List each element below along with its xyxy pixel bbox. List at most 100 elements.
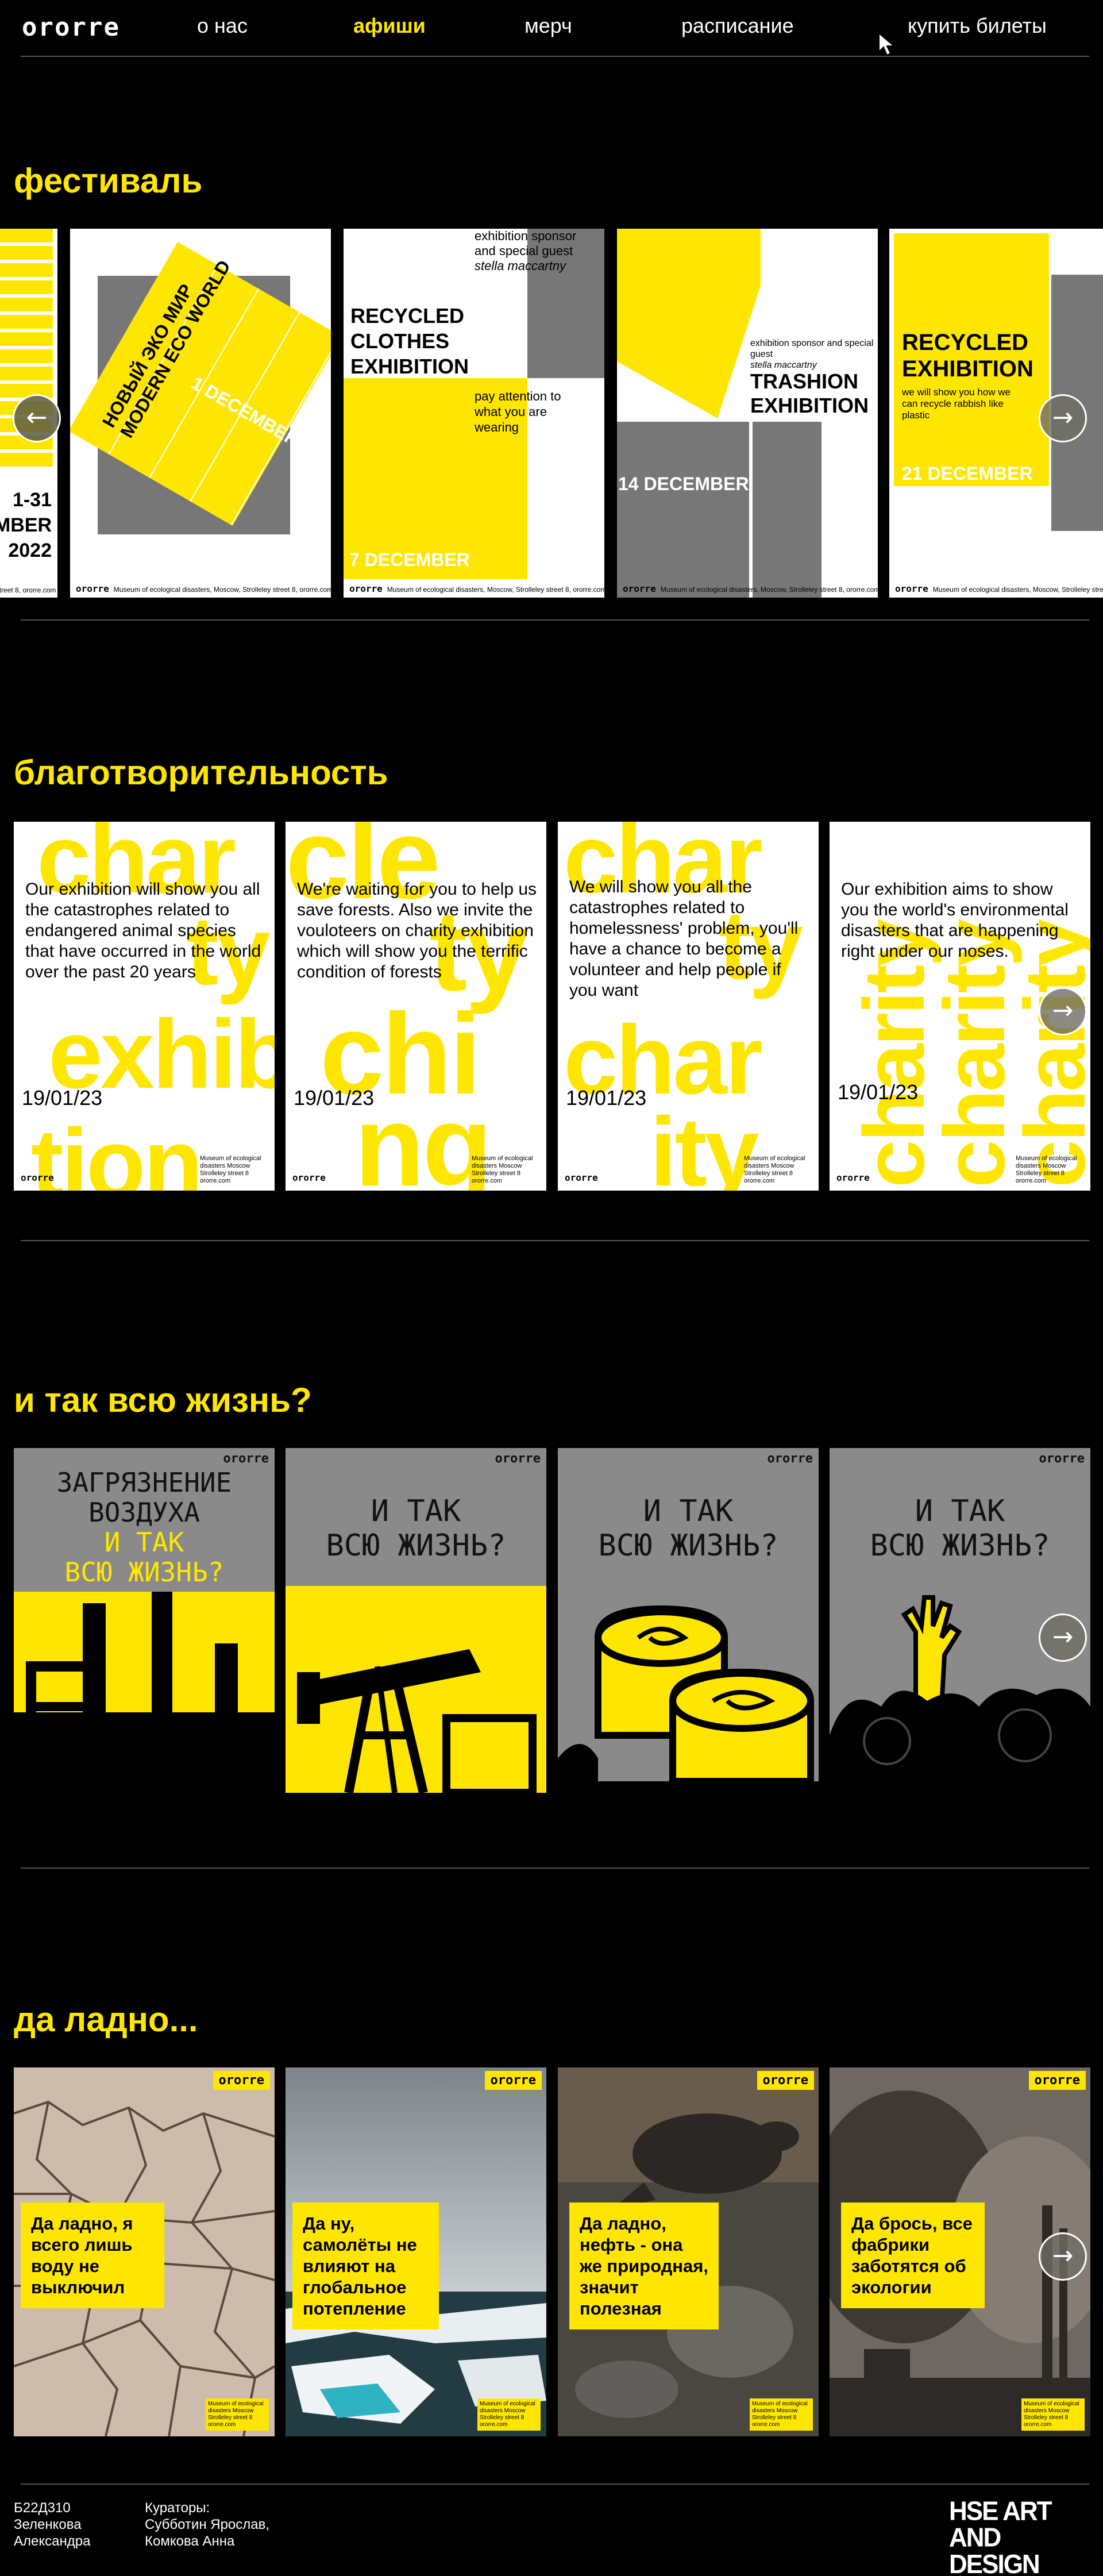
poster-line: ВОЗДУХА xyxy=(88,1497,200,1528)
site-header: ororre о нас афиши мерч расписание купит… xyxy=(0,0,1103,57)
poster-logo: ororre xyxy=(757,2071,814,2090)
poster-date: 19/01/23 xyxy=(294,1086,375,1110)
poster-address: Museum of ecological disasters Moscow St… xyxy=(472,1155,533,1184)
poster-address: Museum of ecological disasters Moscow St… xyxy=(750,2398,813,2431)
factory-illustration xyxy=(14,1592,275,1817)
poster-date: 19/01/23 xyxy=(838,1080,919,1104)
poster-date: 21 DECEMBER xyxy=(902,463,1033,484)
poster-address: Museum of ecological disasters Moscow St… xyxy=(477,2398,541,2431)
festival-poster[interactable]: НОВЫЙ ЭКО МИР MODERN ECO WORLD 1 DECEMBE… xyxy=(70,229,331,598)
poster-address: Museum of ecological disasters Moscow St… xyxy=(744,1155,805,1184)
poster-date: 1-31 DECEMBER 2022 xyxy=(0,489,52,561)
poster-logo: ororre xyxy=(213,2071,270,2090)
poster-address: Museum of ecological disasters Moscow St… xyxy=(1016,1155,1077,1184)
hse-logo: HSE ART AND DESIGN SCHOOL xyxy=(949,2498,1103,2576)
poster-line: ВСЮ ЖИЗНЬ? xyxy=(326,1528,506,1563)
festival-poster[interactable]: exhibition sponsor and special guest stel… xyxy=(617,229,878,598)
section-divider xyxy=(21,1240,1089,1241)
poster-guest: stella maccartny xyxy=(475,259,566,273)
poster-text: Да ладно, нефть - она же природная, знач… xyxy=(569,2203,719,2329)
poster-footer: Strolleley street 8, ororre.com xyxy=(0,586,56,594)
nav-about[interactable]: о нас xyxy=(197,14,248,38)
carousel-next-button[interactable]: → xyxy=(1039,987,1087,1035)
footer-curator: Субботин Ярослав, xyxy=(145,2517,270,2532)
poster-bg-word: tion xyxy=(31,1109,203,1191)
school-name: DESIGN SCHOOL xyxy=(949,2549,1040,2576)
poster-title: RECYCLED CLOTHES EXHIBITION xyxy=(350,304,469,378)
charity-poster[interactable]: char ty char ity We will show you all th… xyxy=(558,822,819,1191)
life-poster[interactable]: ororre И ТАК ВСЮ ЖИЗНЬ? xyxy=(286,1448,546,1817)
poster-text: Да ну, самолёты не влияют на глобальное … xyxy=(292,2203,439,2329)
poster-line: ВСЮ ЖИЗНЬ? xyxy=(64,1557,224,1588)
poster-logo: ororre xyxy=(623,583,656,594)
footer-author: Александра xyxy=(14,2533,91,2549)
poster-logo: ororre xyxy=(836,1172,870,1183)
nav-posters[interactable]: афиши xyxy=(353,14,426,38)
poster-guest: stella maccartny xyxy=(750,360,817,370)
poster-text: Да ладно, я всего лишь воду не выключил xyxy=(21,2203,164,2308)
poster-text: Our exhibition aims to show you the worl… xyxy=(841,880,1069,961)
poster-logo: ororre xyxy=(495,1451,541,1466)
life-poster[interactable]: ororre ЗАГРЯЗНЕНИЕ ВОЗДУХА И ТАК ВСЮ ЖИЗ… xyxy=(14,1448,275,1817)
nav-buy-tickets[interactable]: купить билеты xyxy=(908,14,1047,38)
logo[interactable]: ororre xyxy=(22,13,120,42)
poster-logo: ororre xyxy=(565,1172,598,1183)
school-name: HSE ART AND xyxy=(949,2496,1052,2553)
poster-title: RECYCLED EXHIBITION xyxy=(902,330,1033,382)
poster-line: ВСЮ ЖИЗНЬ? xyxy=(598,1528,778,1563)
carousel-next-button[interactable]: → xyxy=(1039,2232,1087,2281)
poster-bg-word: ng xyxy=(354,1082,492,1191)
charity-poster[interactable]: char ty exhib tion Our exhibition will s… xyxy=(14,822,275,1191)
footer-divider xyxy=(21,2483,1089,2485)
poster-line: И ТАК xyxy=(371,1494,461,1528)
poster-text: Да брось, все фабрики заботятся об эколо… xyxy=(841,2203,985,2308)
nav-schedule[interactable]: расписание xyxy=(681,14,794,38)
poster-sponsor: exhibition sponsor and special guest xyxy=(750,338,874,359)
yeah-right-poster[interactable]: ororre Да ну, самолёты не влияют на глоб… xyxy=(286,2067,546,2436)
poster-logo: ororre xyxy=(76,583,109,594)
yeah-right-poster[interactable]: ororre Да ладно, я всего лишь воду не вы… xyxy=(14,2067,275,2436)
poster-title: TRASHION EXHIBITION xyxy=(750,369,869,417)
poster-subtitle: pay attention to what you are wearing xyxy=(475,389,561,434)
poster-address: Museum of ecological disasters Moscow St… xyxy=(206,2398,269,2431)
poster-logo: ororre xyxy=(292,1172,326,1183)
footer-author: Зеленкова xyxy=(14,2517,82,2532)
poster-logo: ororre xyxy=(349,583,383,594)
charity-poster[interactable]: cle ty chi ng We're waiting for you to h… xyxy=(286,822,546,1191)
poster-logo: ororre xyxy=(223,1451,269,1466)
section-title-yeah-right: да ладно... xyxy=(14,2000,198,2039)
festival-poster[interactable]: exhibition sponsor and special guest stel… xyxy=(344,229,604,598)
poster-line: ВСЮ ЖИЗНЬ? xyxy=(870,1528,1050,1563)
carousel-prev-button[interactable]: ← xyxy=(13,394,61,442)
poster-date: 19/01/23 xyxy=(566,1086,647,1110)
poster-logo: ororre xyxy=(895,583,928,594)
poster-line: И ТАК xyxy=(104,1527,184,1558)
footer-group: Б22Д310 xyxy=(14,2500,71,2516)
life-poster[interactable]: ororre И ТАК ВСЮ ЖИЗНЬ? xyxy=(558,1448,819,1817)
poster-bg-word: ity xyxy=(650,1098,759,1191)
poster-sponsor: exhibition sponsor and special guest xyxy=(475,229,577,258)
poster-text: We're waiting for you to help us save fo… xyxy=(297,880,537,981)
poster-logo: ororre xyxy=(1039,1451,1085,1466)
poster-line: И ТАК xyxy=(643,1494,734,1528)
poster-footer: Museum of ecological disasters, Moscow, … xyxy=(387,586,604,594)
poster-address: Museum of ecological disasters Moscow St… xyxy=(200,1155,261,1184)
poster-date: 19/01/23 xyxy=(22,1086,103,1110)
section-title-charity: благотворительность xyxy=(14,753,388,792)
yeah-right-poster[interactable]: ororre Да ладно, нефть - она же природна… xyxy=(558,2067,819,2436)
cursor-icon xyxy=(878,32,896,56)
poster-date: 7 DECEMBER xyxy=(349,549,470,570)
section-divider xyxy=(21,619,1089,621)
poster-text: We will show you all the catastrophes re… xyxy=(569,877,799,1000)
poster-line: ЗАГРЯЗНЕНИЕ xyxy=(56,1467,232,1498)
poster-address: Museum of ecological disasters Moscow St… xyxy=(1021,2398,1085,2431)
nav-merch[interactable]: мерч xyxy=(524,14,572,38)
poster-date: 14 DECEMBER xyxy=(618,473,749,494)
header-divider xyxy=(21,56,1089,57)
footer-curator: Комкова Анна xyxy=(145,2533,235,2549)
carousel-next-button[interactable]: → xyxy=(1039,394,1087,442)
carousel-next-button[interactable]: → xyxy=(1039,1614,1087,1662)
poster-footer: Museum of ecological disasters, Moscow, … xyxy=(660,586,878,594)
poster-text: Our exhibition will show you all the cat… xyxy=(25,880,261,981)
section-divider xyxy=(21,1867,1089,1869)
